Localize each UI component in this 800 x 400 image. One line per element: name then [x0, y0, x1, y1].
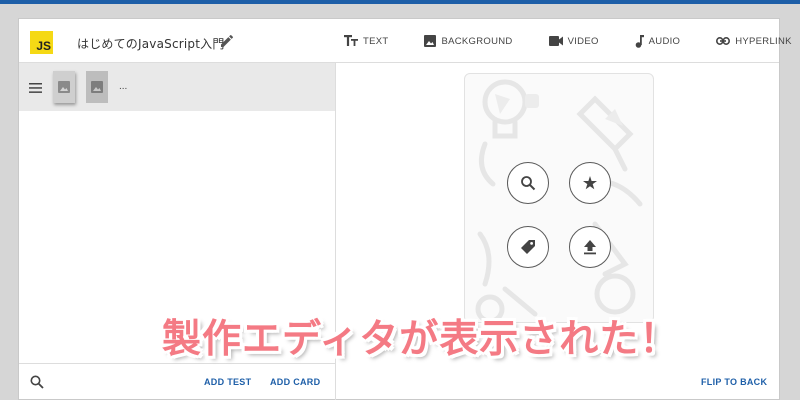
image-icon [424, 35, 437, 47]
deck-title: はじめてのJavaScript入門 [77, 37, 225, 51]
magic-effect-button[interactable] [569, 162, 611, 204]
image-placeholder-icon [58, 81, 70, 93]
search-button[interactable] [30, 375, 44, 394]
media-toolbar: TEXT BACKGROUND VIDEO AUDIO HYPERLINK [344, 19, 792, 63]
search-image-button[interactable] [507, 162, 549, 204]
card-preview [464, 73, 654, 323]
more-options-button[interactable]: ... [119, 81, 127, 92]
decorative-background-illustration [475, 79, 643, 322]
video-icon [548, 36, 563, 46]
upload-button[interactable] [569, 226, 611, 268]
pencil-icon [221, 34, 234, 47]
text-tool-button[interactable]: TEXT [344, 35, 388, 47]
text-icon [344, 35, 358, 46]
window-top-border [0, 0, 800, 4]
add-test-button[interactable]: ADD TEST [204, 377, 251, 387]
upload-icon [584, 240, 596, 255]
hyperlink-tool-button[interactable]: HYPERLINK [716, 36, 792, 47]
search-icon [30, 375, 44, 389]
add-card-button[interactable]: ADD CARD [270, 377, 320, 387]
tag-button[interactable] [507, 226, 549, 268]
drag-handle[interactable] [29, 80, 42, 98]
editor-header: JS はじめてのJavaScript入門 TEXT BACKGROUND VID… [19, 19, 791, 63]
video-tool-button[interactable]: VIDEO [548, 36, 599, 47]
slide-thumbnail-row: ... [19, 63, 335, 111]
annotation-caption: 製作エディタが表示された！ [162, 317, 680, 362]
background-tool-button[interactable]: BACKGROUND [424, 35, 512, 47]
hamburger-menu-icon [29, 83, 42, 93]
link-icon [716, 37, 731, 45]
image-placeholder-icon [91, 81, 103, 93]
edit-title-button[interactable] [219, 33, 235, 49]
flip-to-back-button[interactable]: FLIP TO BACK [701, 377, 767, 387]
search-icon [521, 176, 536, 191]
card-list-footer: ADD TEST ADD CARD [19, 363, 335, 400]
js-logo: JS [30, 31, 53, 54]
music-note-icon [635, 34, 644, 48]
card-front-thumbnail[interactable] [53, 71, 75, 103]
audio-tool-button[interactable]: AUDIO [635, 34, 681, 48]
magic-icon [583, 176, 597, 190]
card-back-thumbnail[interactable] [86, 71, 108, 103]
tag-icon [521, 240, 535, 254]
